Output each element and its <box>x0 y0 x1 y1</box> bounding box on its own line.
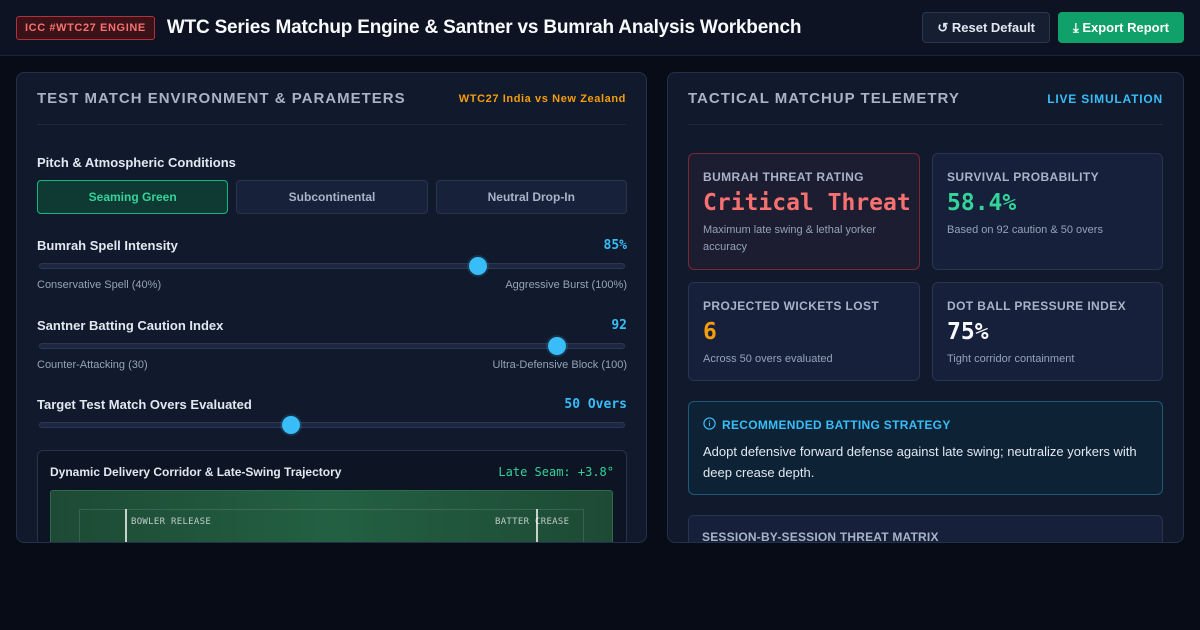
session-threat-matrix: SESSION-BY-SESSION THREAT MATRIX <box>688 515 1163 543</box>
slider-label: Target Test Match Overs Evaluated <box>37 396 252 412</box>
card-value: 75% <box>947 319 989 345</box>
live-simulation-tag: LIVE SIMULATION <box>1047 91 1163 106</box>
card-value: 58.4% <box>947 190 1017 216</box>
slider-thumb[interactable] <box>469 257 487 275</box>
strategy-text: Adopt defensive forward defense against … <box>703 444 1137 480</box>
app-header: ICC #WTC27 ENGINE WTC Series Matchup Eng… <box>0 0 1200 56</box>
telemetry-panel-header: TACTICAL MATCHUP TELEMETRY LIVE SIMULATI… <box>688 73 1163 125</box>
bowler-release-label: BOWLER RELEASE <box>131 517 212 527</box>
santner-caution-slider-group: Santner Batting Caution Index 92 Counter… <box>37 316 628 372</box>
card-caption: Tight corridor containment <box>947 353 1075 365</box>
strategy-title: RECOMMENDED BATTING STRATEGY <box>722 418 951 432</box>
page-footer-area <box>0 543 1200 630</box>
overs-evaluated-slider-group: Target Test Match Overs Evaluated 50 Ove… <box>37 395 627 434</box>
batter-crease-label: BATTER CREASE <box>495 517 570 527</box>
matrix-title: SESSION-BY-SESSION THREAT MATRIX <box>702 530 939 543</box>
santner-caution-slider[interactable] <box>39 337 625 355</box>
slider-thumb[interactable] <box>282 416 301 434</box>
reset-default-button[interactable]: ↺ Reset Default <box>922 12 1050 43</box>
card-label: PROJECTED WICKETS LOST <box>703 299 880 313</box>
card-label: BUMRAH THREAT RATING <box>703 170 864 184</box>
bumrah-intensity-slider-group: Bumrah Spell Intensity 85% Conservative … <box>37 236 627 292</box>
card-caption: Based on 92 caution & 50 overs <box>947 224 1103 236</box>
pitch-condition-tabs: Seaming Green Subcontinental Neutral Dro… <box>37 180 627 214</box>
slider-thumb[interactable] <box>548 337 567 355</box>
telemetry-panel-title: TACTICAL MATCHUP TELEMETRY <box>688 90 960 107</box>
slider-max-label: Aggressive Burst (100%) <box>505 279 627 291</box>
page-title: WTC Series Matchup Engine & Santner vs B… <box>166 16 802 38</box>
pitch-diagram: BOWLER RELEASE BATTER CREASE <box>50 490 613 542</box>
dot-ball-pressure-card: DOT BALL PRESSURE INDEX 75% Tight corrid… <box>932 282 1163 381</box>
bumrah-intensity-slider[interactable] <box>39 257 625 275</box>
card-label: DOT BALL PRESSURE INDEX <box>947 299 1126 313</box>
slider-value: 50 Overs <box>564 396 627 412</box>
slider-label: Santner Batting Caution Index <box>37 317 224 333</box>
info-icon <box>703 417 716 433</box>
pitch-section-label: Pitch & Atmospheric Conditions <box>37 155 236 170</box>
slider-value: 92 <box>611 317 627 333</box>
card-caption: Across 50 overs evaluated <box>703 353 833 365</box>
card-value: Critical Threat <box>703 190 911 216</box>
batting-strategy-callout: RECOMMENDED BATTING STRATEGY Adopt defen… <box>688 401 1163 495</box>
pitch-tab-seaming-green[interactable]: Seaming Green <box>37 180 229 214</box>
header-actions: ↺ Reset Default ⤓ Export Report <box>922 12 1184 43</box>
card-caption: Maximum late swing & lethal yorker accur… <box>703 224 877 253</box>
corridor-title: Dynamic Delivery Corridor & Late-Swing T… <box>50 465 342 479</box>
delivery-corridor-card: Dynamic Delivery Corridor & Late-Swing T… <box>37 450 627 542</box>
parameters-panel: TEST MATCH ENVIRONMENT & PARAMETERS WTC2… <box>16 72 647 543</box>
pitch-tab-subcontinental[interactable]: Subcontinental <box>236 180 428 214</box>
parameters-panel-title: TEST MATCH ENVIRONMENT & PARAMETERS <box>37 90 406 107</box>
threat-rating-card: BUMRAH THREAT RATING Critical Threat Max… <box>688 153 920 270</box>
slider-label: Bumrah Spell Intensity <box>37 237 178 253</box>
projected-wickets-card: PROJECTED WICKETS LOST 6 Across 50 overs… <box>688 282 920 381</box>
late-seam-readout: Late Seam: +3.8° <box>498 465 614 479</box>
export-report-button[interactable]: ⤓ Export Report <box>1057 12 1184 43</box>
bowler-crease-line <box>125 509 127 542</box>
card-label: SURVIVAL PROBABILITY <box>947 170 1100 184</box>
slider-value: 85% <box>603 237 627 253</box>
series-tag: WTC27 India vs New Zealand <box>458 92 626 105</box>
pitch-tab-neutral-drop-in[interactable]: Neutral Drop-In <box>435 180 627 214</box>
slider-max-label: Ultra-Defensive Block (100) <box>492 359 628 371</box>
engine-badge: ICC #WTC27 ENGINE <box>16 15 155 40</box>
survival-probability-card: SURVIVAL PROBABILITY 58.4% Based on 92 c… <box>932 153 1163 270</box>
card-value: 6 <box>703 319 717 345</box>
overs-evaluated-slider[interactable] <box>39 416 625 434</box>
slider-min-label: Counter-Attacking (30) <box>37 359 148 371</box>
telemetry-panel: TACTICAL MATCHUP TELEMETRY LIVE SIMULATI… <box>667 72 1184 543</box>
parameters-panel-header: TEST MATCH ENVIRONMENT & PARAMETERS WTC2… <box>37 73 626 125</box>
slider-min-label: Conservative Spell (40%) <box>37 279 162 291</box>
